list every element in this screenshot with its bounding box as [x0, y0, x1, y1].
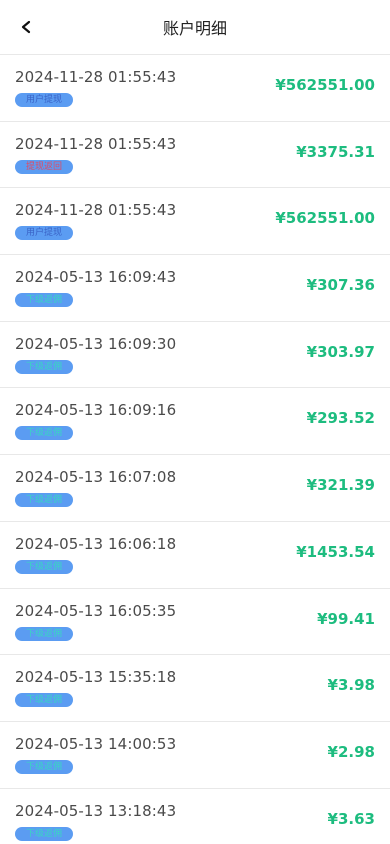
record-type-badge: 提现返回: [15, 159, 73, 174]
record-amount: ¥99.41: [317, 609, 375, 628]
record-time: 2024-11-28 01:55:43: [15, 134, 177, 153]
record-amount: ¥2.98: [327, 742, 375, 761]
record-time: 2024-05-13 16:09:43: [15, 268, 177, 287]
page-title: 账户明细: [162, 19, 227, 38]
list-item[interactable]: 2024-05-13 16:05:35 下级返佣 ¥99.41: [0, 587, 390, 655]
record-type-badge: 下级返佣: [15, 559, 73, 574]
record-type-badge: 下级返佣: [15, 759, 73, 774]
record-type-badge: 下级返佣: [15, 293, 73, 308]
list-item[interactable]: 2024-05-13 16:09:30 下级返佣 ¥303.97: [0, 320, 390, 388]
record-amount: ¥3.98: [327, 676, 375, 695]
record-time: 2024-05-13 13:18:43: [15, 801, 177, 820]
record-amount: ¥562551.00: [275, 76, 375, 94]
list-item[interactable]: 2024-05-13 15:35:18 下级返佣 ¥3.98: [0, 654, 390, 721]
record-time: 2024-05-13 16:09:30: [15, 334, 177, 353]
record-time: 2024-05-13 16:09:16: [15, 401, 177, 420]
record-time: 2024-05-13 16:06:18: [15, 534, 177, 553]
list-item[interactable]: 2024-05-13 13:18:43 下级返佣 ¥3.63: [0, 787, 390, 844]
record-amount: ¥562551.00: [275, 209, 375, 228]
record-amount: ¥3.63: [327, 809, 375, 828]
record-amount: ¥293.52: [306, 409, 375, 428]
list-item[interactable]: 2024-05-13 16:09:16 下级返佣 ¥293.52: [0, 387, 390, 455]
record-time: 2024-11-28 01:55:43: [15, 201, 177, 220]
record-amount: ¥321.39: [306, 476, 375, 495]
record-type-badge: 下级返佣: [15, 826, 73, 841]
record-amount: ¥307.36: [306, 276, 375, 295]
transaction-list: 2024-11-28 01:55:43 用户提现 ¥562551.00 2024…: [0, 54, 390, 844]
back-button[interactable]: [12, 12, 42, 42]
list-item[interactable]: 2024-05-13 16:09:43 下级返佣 ¥307.36: [0, 254, 390, 321]
list-item[interactable]: 2024-11-28 01:55:43 提现返回 ¥3375.31: [0, 120, 390, 188]
record-type-badge: 下级返佣: [15, 626, 73, 641]
record-amount: ¥303.97: [306, 342, 375, 361]
record-time: 2024-05-13 15:35:18: [15, 668, 177, 687]
list-item[interactable]: 2024-05-13 16:07:08 下级返佣 ¥321.39: [0, 454, 390, 521]
record-amount: ¥3375.31: [296, 142, 375, 161]
chevron-left-icon: [21, 20, 31, 34]
record-type-badge: 用户提现: [15, 93, 73, 107]
list-item[interactable]: 2024-11-28 01:55:43 用户提现 ¥562551.00: [0, 54, 390, 121]
record-type-badge: 下级返佣: [15, 493, 73, 508]
record-time: 2024-11-28 01:55:43: [15, 68, 177, 86]
nav-bar: 账户明细: [0, 0, 390, 54]
record-time: 2024-05-13 16:07:08: [15, 468, 177, 487]
record-amount: ¥1453.54: [296, 542, 375, 561]
record-type-badge: 下级返佣: [15, 426, 73, 441]
list-item[interactable]: 2024-05-13 14:00:53 下级返佣 ¥2.98: [0, 720, 390, 788]
list-item[interactable]: 2024-11-28 01:55:43 用户提现 ¥562551.00: [0, 187, 390, 255]
list-item[interactable]: 2024-05-13 16:06:18 下级返佣 ¥1453.54: [0, 520, 390, 588]
record-type-badge: 下级返佣: [15, 359, 73, 374]
record-time: 2024-05-13 16:05:35: [15, 601, 177, 620]
record-type-badge: 用户提现: [15, 226, 73, 241]
record-time: 2024-05-13 14:00:53: [15, 734, 177, 753]
record-type-badge: 下级返佣: [15, 693, 73, 708]
